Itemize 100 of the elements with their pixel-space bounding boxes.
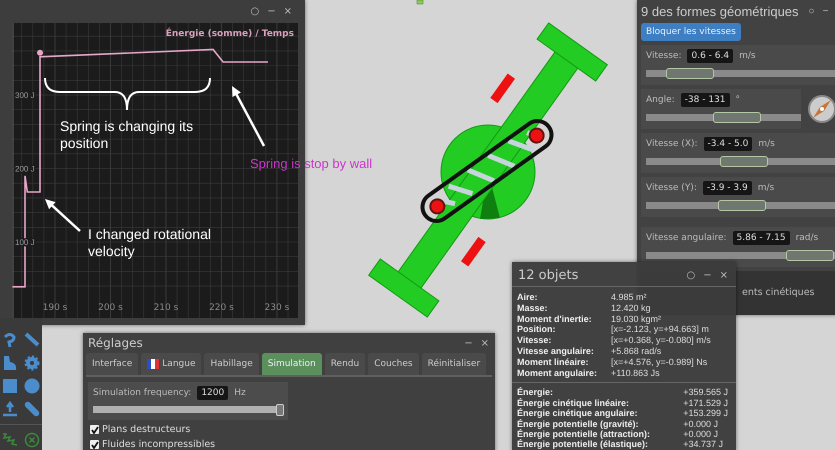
window-title: 12 objets bbox=[518, 268, 578, 282]
energy-label: Énergie potentielle (élastique): bbox=[517, 439, 650, 450]
range-value: 0.6 - 6.4 bbox=[687, 49, 734, 63]
energy-value: +359.565 J bbox=[683, 387, 728, 398]
y-tick-label: 200 J bbox=[15, 164, 35, 174]
small-block bbox=[416, 0, 424, 4]
settings-tab[interactable]: Simulation bbox=[262, 353, 322, 375]
unit-label: Hz bbox=[234, 388, 246, 398]
frequency-value: 1200 bbox=[197, 386, 228, 400]
annotation-arrow bbox=[45, 199, 81, 232]
property-value: [x=+0.368, y=-0.080] m/s bbox=[611, 335, 712, 346]
slider-track[interactable] bbox=[646, 250, 835, 261]
slider-thumb[interactable] bbox=[720, 156, 768, 167]
checkbox[interactable] bbox=[90, 425, 99, 434]
energy-label: Énergie cinétique angulaire: bbox=[517, 408, 639, 419]
x-tick-label: 230 s bbox=[264, 303, 290, 313]
rope-icon[interactable] bbox=[2, 332, 18, 348]
window-control[interactable]: − bbox=[703, 270, 712, 280]
energy-label: Énergie potentielle (attraction): bbox=[517, 429, 652, 439]
slider-track[interactable] bbox=[93, 404, 284, 416]
window-control[interactable]: ○ bbox=[808, 6, 815, 17]
y-tick-label: 300 J bbox=[15, 91, 35, 100]
gear-icon[interactable] bbox=[24, 355, 40, 371]
option-label: Plans destructeurs bbox=[102, 424, 190, 435]
x-tick-label: 200 s bbox=[98, 303, 123, 313]
range-value: 5.86 - 7.15 bbox=[732, 231, 790, 245]
energy-label: Énergie cinétique linéaire: bbox=[517, 398, 630, 408]
checkbox[interactable] bbox=[90, 440, 99, 449]
slider-thumb[interactable] bbox=[666, 68, 714, 79]
property-label: Vitesse angulaire: bbox=[517, 346, 595, 357]
square-icon[interactable] bbox=[2, 378, 18, 394]
unit-label: m/s bbox=[758, 183, 774, 193]
window-control[interactable]: × bbox=[480, 338, 489, 348]
slider-track[interactable] bbox=[646, 200, 835, 211]
window-control[interactable]: ○ bbox=[686, 270, 696, 280]
energy-label: Énergie potentielle (gravité): bbox=[517, 418, 640, 429]
slider-thumb[interactable] bbox=[718, 200, 766, 211]
energy-value: +0.000 J bbox=[683, 418, 719, 429]
property-value: 19.030 kgm² bbox=[611, 314, 662, 324]
window-control[interactable]: ○ bbox=[250, 6, 260, 17]
energy-value: +34.737 J bbox=[683, 439, 724, 450]
x-tick-label: 220 s bbox=[209, 303, 234, 313]
settings-tab[interactable]: Réinitialiser bbox=[422, 353, 486, 375]
compass-icon[interactable] bbox=[807, 94, 835, 124]
settings-tab[interactable]: Couches bbox=[368, 353, 419, 375]
unit-label: ° bbox=[736, 95, 740, 105]
x-tick-label: 190 s bbox=[42, 303, 68, 313]
slider-thumb[interactable] bbox=[276, 404, 284, 416]
slider-track[interactable] bbox=[646, 112, 801, 123]
annotation-text: Spring is changing its position bbox=[60, 118, 194, 152]
option-label: ents cinétiques bbox=[742, 287, 814, 298]
property-label: Aire: bbox=[517, 292, 539, 303]
window-control[interactable]: × bbox=[720, 270, 728, 280]
x-tick-label: 210 s bbox=[154, 303, 178, 313]
lock-velocities-button[interactable]: Bloquer les vitesses bbox=[641, 23, 741, 41]
window-title: Réglages bbox=[88, 336, 143, 350]
setting-label: Simulation frequency: bbox=[93, 388, 192, 398]
settings-tab[interactable]: Habillage bbox=[204, 353, 259, 375]
property-value: 4.985 m² bbox=[611, 292, 648, 303]
settings-tab[interactable]: Rendu bbox=[324, 353, 366, 375]
knife-icon[interactable] bbox=[24, 332, 40, 348]
slider-label: Angle: bbox=[646, 95, 675, 105]
slider-label: Vitesse angulaire: bbox=[646, 233, 727, 243]
slider-label: Vitesse (Y): bbox=[646, 183, 697, 193]
window-control[interactable]: × bbox=[284, 6, 292, 17]
property-label: Moment d'inertie: bbox=[517, 314, 593, 324]
range-value: -38 - 131 bbox=[680, 93, 730, 107]
range-value: -3.9 - 3.9 bbox=[702, 181, 752, 195]
property-value: [x=+4.576, y=-0.989] Ns bbox=[611, 356, 708, 368]
slider-track[interactable] bbox=[646, 156, 835, 167]
property-label: Masse: bbox=[517, 302, 549, 314]
annotation-arrow bbox=[232, 86, 266, 147]
window-control[interactable]: − bbox=[822, 6, 828, 17]
window-control[interactable]: − bbox=[464, 338, 473, 348]
slider-label: Vitesse: bbox=[646, 51, 682, 61]
slider-label: Vitesse (X): bbox=[646, 139, 698, 149]
property-label: Position: bbox=[517, 324, 556, 336]
property-value: +110.863 Js bbox=[611, 368, 661, 378]
spring-icon[interactable] bbox=[2, 432, 18, 448]
unit-label: m/s bbox=[758, 139, 775, 149]
close-circle-icon[interactable] bbox=[24, 432, 40, 448]
property-value: [x=-2.123, y=+94.663] m bbox=[611, 324, 710, 336]
flag-icon bbox=[147, 359, 160, 369]
energy-value: +0.000 J bbox=[683, 429, 719, 440]
energy-label: Énergie: bbox=[517, 387, 554, 398]
property-value: 12.420 kg bbox=[611, 302, 652, 314]
energy-value: +153.299 J bbox=[683, 408, 728, 419]
polygon-icon[interactable] bbox=[2, 355, 18, 371]
slider-thumb[interactable] bbox=[786, 250, 834, 261]
anchor-pin-icon[interactable] bbox=[2, 401, 18, 417]
slider-track[interactable] bbox=[646, 68, 835, 79]
range-value: -3.4 - 5.0 bbox=[704, 137, 752, 151]
data-point bbox=[37, 50, 44, 56]
property-label: Moment angulaire: bbox=[517, 368, 598, 378]
window-control[interactable]: − bbox=[267, 6, 276, 17]
settings-tab[interactable]: Langue bbox=[141, 353, 202, 375]
settings-tab[interactable]: Interface bbox=[86, 353, 138, 375]
circle-icon[interactable] bbox=[24, 378, 40, 394]
slider-thumb[interactable] bbox=[713, 112, 762, 123]
chart-title: Énergie (somme) / Temps bbox=[166, 29, 294, 39]
